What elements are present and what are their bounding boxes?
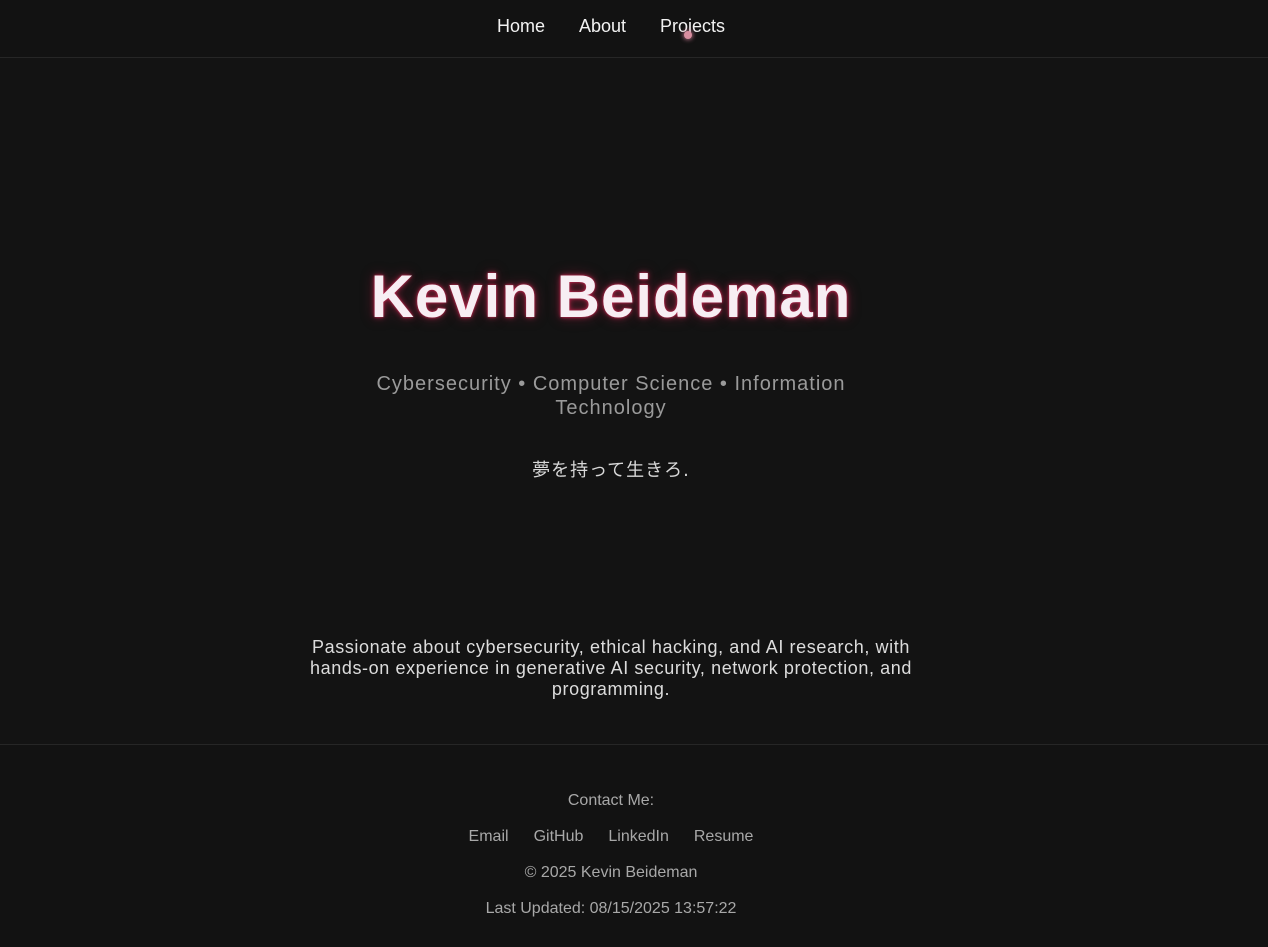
footer: Contact Me: Email GitHub LinkedIn Resume… bbox=[0, 744, 1268, 947]
email-link[interactable]: Email bbox=[469, 828, 509, 846]
contact-links: Email GitHub LinkedIn Resume bbox=[0, 828, 1222, 846]
nav-about-link[interactable]: About bbox=[579, 16, 626, 37]
page: Home About Projects Kevin Beideman Cyber… bbox=[0, 0, 1268, 947]
hero-subtitle: Cybersecurity • Computer Science • Infor… bbox=[376, 373, 846, 419]
copyright-text: © 2025 Kevin Beideman bbox=[524, 864, 698, 881]
nav-projects-link[interactable]: Projects bbox=[660, 16, 725, 37]
last-updated-text: Last Updated: 08/15/2025 13:57:22 bbox=[485, 900, 737, 917]
contact-title: Contact Me: bbox=[567, 792, 655, 809]
resume-link[interactable]: Resume bbox=[694, 828, 754, 846]
cursor-trail-icon bbox=[684, 31, 692, 39]
github-link[interactable]: GitHub bbox=[534, 828, 584, 846]
nav-home-link[interactable]: Home bbox=[497, 16, 545, 37]
hero-name-heading: Kevin Beideman bbox=[370, 263, 852, 330]
linkedin-link[interactable]: LinkedIn bbox=[608, 828, 669, 846]
top-navigation: Home About Projects bbox=[0, 0, 1268, 58]
hero-motto: 夢を持って生きろ. bbox=[532, 460, 690, 481]
hero-bio: Passionate about cybersecurity, ethical … bbox=[310, 637, 912, 699]
